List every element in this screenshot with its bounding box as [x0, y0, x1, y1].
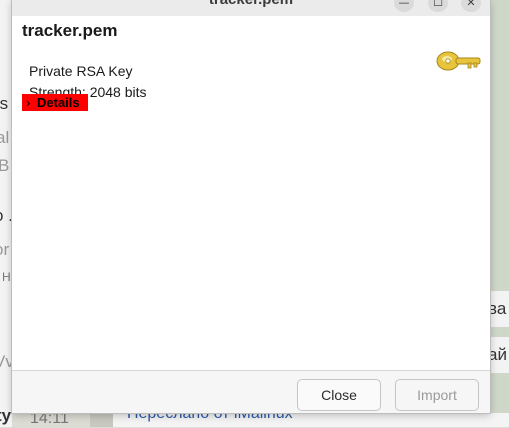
close-button[interactable]: Close — [297, 379, 381, 411]
window-title: tracker.pem — [12, 0, 490, 8]
background-text: or — [0, 240, 10, 259]
maximize-icon[interactable]: ☐ — [428, 0, 448, 12]
background-text: al — [0, 128, 10, 147]
background-row-right-2: ай — [490, 337, 509, 373]
certificate-dialog: tracker.pem — ☐ ✕ tracker.pem Private RS… — [12, 0, 490, 413]
background-text: Переслано от lMailnux — [127, 413, 293, 422]
key-name: tracker.pem — [22, 21, 118, 40]
background-text: ай — [490, 345, 507, 364]
background-text: ty — [0, 406, 12, 425]
background-text: ва — [490, 299, 507, 318]
titlebar[interactable]: tracker.pem — ☐ ✕ — [12, 0, 490, 16]
chevron-right-icon: › — [26, 95, 31, 110]
background-text: o . — [0, 206, 13, 225]
background-text: B — [0, 156, 10, 175]
background-text: rs — [0, 94, 9, 113]
key-type: Private RSA Key — [29, 63, 133, 79]
background-message: Переслано от lMailnux — [113, 413, 509, 427]
key-icon — [436, 51, 481, 71]
background-text: H — [2, 270, 11, 284]
minimize-icon[interactable]: — — [394, 0, 414, 12]
close-icon[interactable]: ✕ — [461, 0, 481, 12]
details-label: Details — [37, 95, 80, 110]
background-row-right-1: ва — [490, 291, 509, 327]
dialog-footer: Close Import — [12, 370, 490, 413]
import-button[interactable]: Import — [395, 379, 479, 411]
details-expander[interactable]: › Details — [22, 94, 88, 111]
